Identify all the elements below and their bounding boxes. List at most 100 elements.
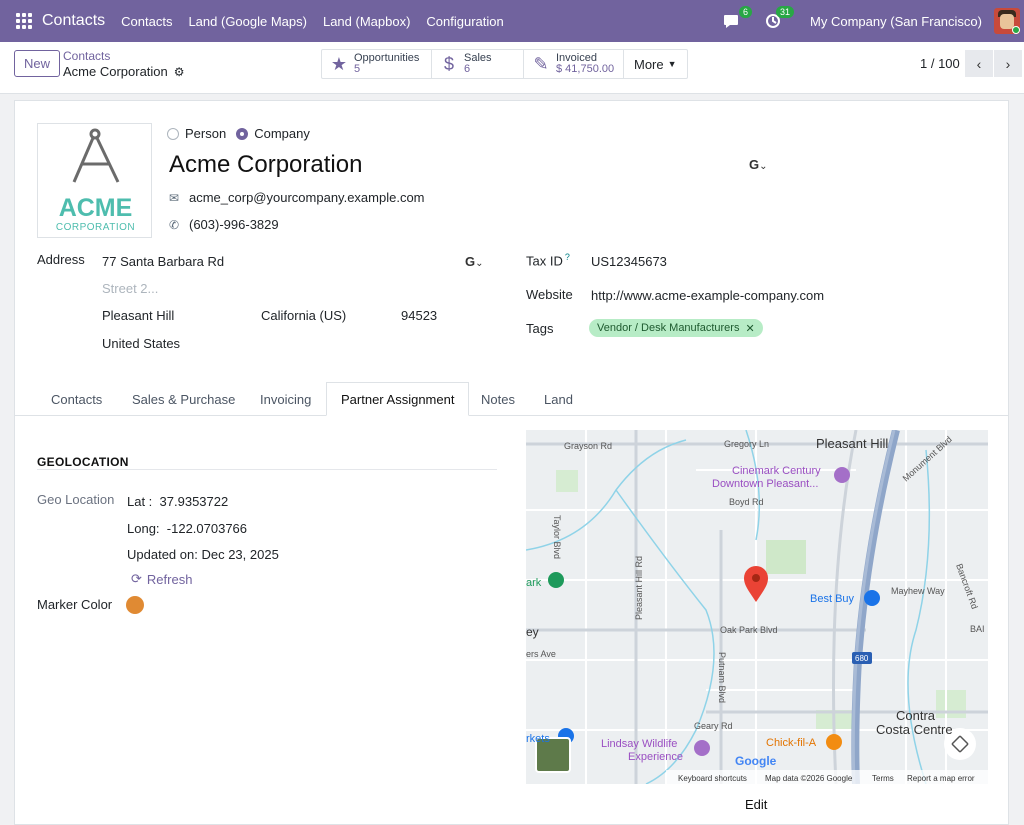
pager-next-button[interactable]: › [994,50,1022,77]
apps-menu-icon[interactable] [16,13,32,29]
google-translate-dropdown[interactable]: G⌄ [749,157,768,172]
pager-previous-button[interactable]: ‹ [965,50,993,77]
tab-invoicing[interactable]: Invoicing [246,382,325,416]
invoiced-button[interactable]: ✎ Invoiced $ 41,750.00 [524,50,624,78]
new-button[interactable]: New [14,50,60,77]
logo-subtext: CORPORATION [55,222,136,233]
person-radio[interactable] [167,127,179,140]
pager-value[interactable]: 1 / 100 [920,56,960,71]
map-label-cinemark-2: Downtown Pleasant... [712,478,818,490]
compass-logo-icon [72,128,120,183]
street2-field[interactable]: Street 2... [102,281,158,296]
opportunities-button[interactable]: ★ Opportunities 5 [322,50,432,78]
company-switcher[interactable]: My Company (San Francisco) [810,14,982,29]
tag-label: Vendor / Desk Manufacturers [597,322,740,334]
marker-color-label: Marker Color [37,597,113,612]
map-edit-button[interactable]: Edit [745,797,767,812]
map-label-boyd: Boyd Rd [729,497,764,507]
tags-label: Tags [526,321,554,336]
menu-land-google-maps[interactable]: Land (Google Maps) [188,14,307,29]
tab-partner-assignment[interactable]: Partner Assignment [326,382,470,416]
partner-name-field[interactable]: Acme Corporation [169,151,362,179]
tab-land[interactable]: Land [530,382,587,416]
refresh-icon: ⟳ [131,571,142,586]
map-data-credit: Map data ©2026 Google [765,774,853,783]
map-label-ers-ave: ers Ave [526,649,556,659]
map-label-contra-2: Costa Centre [876,722,953,737]
map-label-best-buy: Best Buy [810,593,855,605]
opportunities-label: Opportunities [354,52,420,64]
map-report-error: Report a map error [907,774,975,783]
map-label-ark: ark [526,577,542,589]
breadcrumb-parent[interactable]: Contacts [63,49,110,63]
map-label-pleasant-hill-rd: Pleasant Hill Rd [634,556,644,620]
sales-button[interactable]: $ Sales 6 [432,50,524,78]
app-title[interactable]: Contacts [42,12,105,30]
map-label-taylor: Taylor Blvd [552,515,562,559]
email-row: ✉ acme_corp@yourcompany.example.com [167,190,425,205]
long-row: Long: -122.0703766 [127,521,247,536]
city-field[interactable]: Pleasant Hill [102,308,174,323]
tab-contacts[interactable]: Contacts [37,382,116,416]
tab-notes[interactable]: Notes [467,382,529,416]
email-field[interactable]: acme_corp@yourcompany.example.com [189,190,425,205]
long-value: -122.0703766 [166,521,248,536]
map-label-ey: ey [526,625,539,639]
map-keyboard-shortcuts: Keyboard shortcuts [678,774,747,783]
lat-row: Lat : 37.9353722 [127,494,228,509]
company-radio[interactable] [236,127,249,140]
activities-badge: 31 [776,6,795,18]
company-logo[interactable]: ACME CORPORATION [37,123,152,238]
marker-color-swatch[interactable] [126,596,144,614]
tax-id-field[interactable]: US12345673 [591,254,667,269]
phone-icon: ✆ [168,217,180,232]
state-field[interactable]: California (US) [261,308,346,323]
remove-tag-icon[interactable]: ✕ [745,322,754,335]
address-google-dropdown[interactable]: G⌄ [465,254,484,269]
map-label-mayhew: Mayhew Way [891,586,945,596]
person-radio-label[interactable]: Person [185,126,226,141]
envelope-icon: ✉ [168,190,180,205]
logo-text: ACME [58,194,133,222]
zip-field[interactable]: 94523 [401,308,437,323]
section-divider [37,469,497,470]
activities-icon[interactable]: 31 [762,6,795,32]
map-label-oak-park: Oak Park Blvd [720,625,778,635]
menu-contacts[interactable]: Contacts [121,14,172,29]
geolocation-section-title: GEOLOCATION [37,455,129,469]
messages-icon[interactable]: 6 [720,6,753,32]
form-sheet: ACME CORPORATION Person Company Acme Cor… [14,100,1009,825]
lat-value: 37.9353722 [159,494,229,509]
refresh-button[interactable]: ⟳ Refresh [131,571,192,587]
invoiced-value: $ 41,750.00 [556,63,615,75]
street-field[interactable]: 77 Santa Barbara Rd [102,254,224,269]
google-map[interactable]: Pleasant Hill Grayson Rd Gregory Ln Monu… [526,430,988,784]
map-terms: Terms [872,774,894,783]
tax-id-label: Tax ID? [526,252,570,268]
phone-row: ✆ (603)-996-3829 [167,217,279,232]
map-label-geary: Geary Rd [694,721,733,731]
country-field[interactable]: United States [102,336,180,351]
more-button[interactable]: More ▼ [624,50,687,78]
breadcrumb-current-label: Acme Corporation [63,64,168,79]
menu-configuration[interactable]: Configuration [426,14,503,29]
phone-field[interactable]: (603)-996-3829 [189,217,279,232]
gear-icon[interactable]: ⚙ [174,65,185,79]
address-label: Address [37,252,85,267]
help-icon[interactable]: ? [565,252,570,262]
company-radio-label[interactable]: Company [254,126,310,141]
updated-label: Updated on: [127,547,198,562]
updated-value: Dec 23, 2025 [201,547,279,562]
company-type-radio: Person Company [167,126,320,141]
menu-land-mapbox[interactable]: Land (Mapbox) [323,14,410,29]
website-label: Website [526,287,573,302]
map-label-chick-fil-a: Chick-fil-A [766,737,817,749]
updated-row: Updated on: Dec 23, 2025 [127,547,279,562]
tab-sales-purchase[interactable]: Sales & Purchase [118,382,249,416]
caret-down-icon: ▼ [667,59,677,69]
user-avatar[interactable] [994,8,1020,34]
map-label-lindsay-1: Lindsay Wildlife [601,738,677,750]
website-field[interactable]: http://www.acme-example-company.com [591,288,824,303]
map-canvas[interactable]: Pleasant Hill Grayson Rd Gregory Ln Monu… [526,430,988,784]
opportunities-value: 5 [354,63,361,75]
